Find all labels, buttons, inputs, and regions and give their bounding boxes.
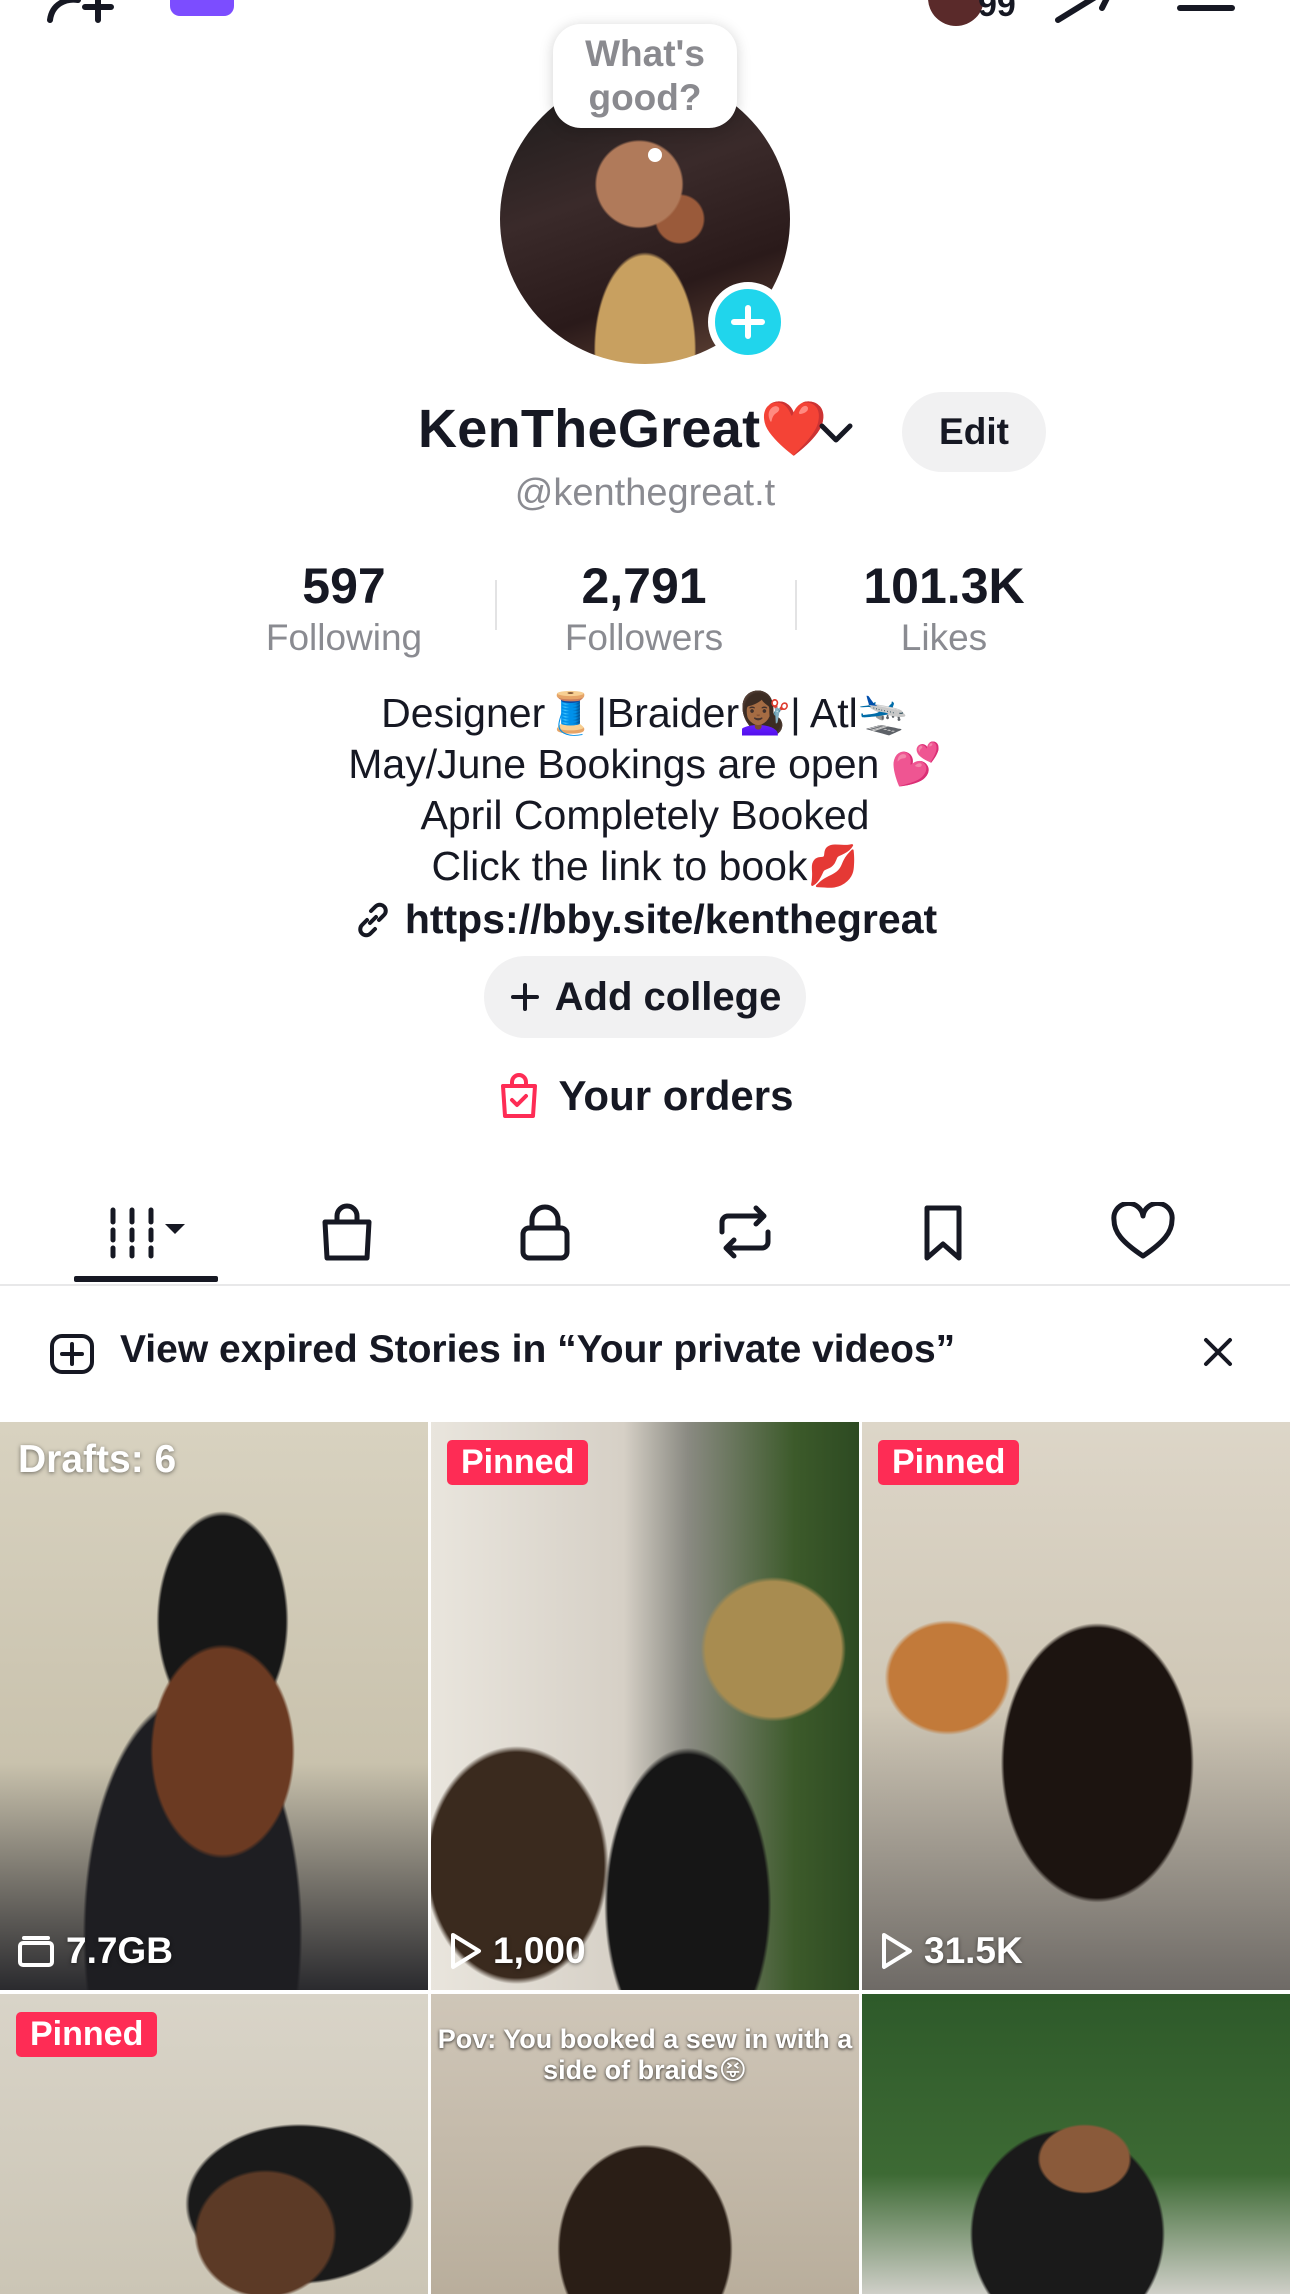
stat-divider bbox=[795, 580, 797, 630]
drafts-count: Drafts: 6 bbox=[18, 1438, 177, 1481]
plus-icon bbox=[731, 305, 765, 339]
tab-liked[interactable] bbox=[1068, 1182, 1218, 1282]
view-count: 31.5K bbox=[924, 1930, 1023, 1971]
stat-label: Following bbox=[265, 617, 423, 658]
stat-label: Likes bbox=[900, 617, 988, 658]
menu-icon[interactable] bbox=[1176, 0, 1236, 29]
username-handle: @kenthegreat.t bbox=[514, 472, 776, 514]
add-college-label: Add college bbox=[554, 974, 782, 1019]
stat-value: 101.3K bbox=[863, 558, 1025, 614]
bio-line: May/June Bookings are open 💕 bbox=[348, 741, 942, 787]
video-tile-drafts[interactable]: Drafts: 6 7.7GB bbox=[0, 1422, 428, 1990]
bio-link[interactable]: https://bby.site/kenthegreat bbox=[0, 896, 1290, 943]
add-college-button[interactable]: Add college bbox=[484, 956, 806, 1038]
creator-badge-icon[interactable] bbox=[170, 0, 234, 16]
play-icon bbox=[882, 1933, 912, 1969]
videos-grid-icon bbox=[110, 1207, 185, 1259]
video-tile[interactable] bbox=[862, 1994, 1290, 2294]
pinned-badge: Pinned bbox=[878, 1440, 1020, 1485]
edit-profile-button[interactable]: Edit bbox=[902, 392, 1046, 472]
tab-videos[interactable] bbox=[72, 1182, 222, 1282]
add-story-button[interactable] bbox=[708, 282, 788, 362]
tab-private[interactable] bbox=[470, 1182, 620, 1282]
notification-count[interactable]: 99 bbox=[978, 0, 1016, 25]
bio-line: Designer🧵|Braider💇🏾‍♀️| Atl🛬 bbox=[381, 690, 909, 736]
play-icon bbox=[451, 1933, 481, 1969]
video-caption: Pov: You booked a sew in with a side of … bbox=[437, 2024, 853, 2085]
stat-followers[interactable]: 2,791 Followers bbox=[524, 556, 764, 660]
video-meta: 1,000 bbox=[447, 1930, 586, 1972]
repost-icon bbox=[719, 1205, 771, 1259]
expired-stories-banner[interactable]: View expired Stories in “Your private vi… bbox=[0, 1286, 1290, 1420]
your-orders-label: Your orders bbox=[558, 1072, 794, 1119]
view-count: 1,000 bbox=[493, 1930, 586, 1971]
video-meta: 7.7GB bbox=[16, 1930, 173, 1972]
video-tile[interactable]: Pov: You booked a sew in with a side of … bbox=[431, 1994, 859, 2294]
stat-divider bbox=[495, 580, 497, 630]
drafts-icon bbox=[18, 1936, 54, 1967]
link-icon bbox=[358, 902, 388, 937]
stat-label: Followers bbox=[564, 617, 724, 658]
profile-tabs bbox=[0, 1182, 1290, 1286]
video-tile[interactable]: Pinned 31.5K bbox=[862, 1422, 1290, 1990]
drafts-size: 7.7GB bbox=[66, 1930, 173, 1971]
video-tile[interactable]: Pinned bbox=[0, 1994, 428, 2294]
add-friend-icon[interactable] bbox=[44, 0, 124, 29]
stat-value: 597 bbox=[302, 558, 386, 614]
video-meta: 31.5K bbox=[878, 1930, 1023, 1972]
tab-shop[interactable] bbox=[272, 1182, 422, 1282]
plus-icon bbox=[510, 983, 539, 1011]
stat-likes[interactable]: 101.3K Likes bbox=[824, 556, 1064, 660]
your-orders-link[interactable]: Your orders bbox=[0, 1072, 1290, 1120]
video-tile[interactable]: Pinned 1,000 bbox=[431, 1422, 859, 1990]
chevron-down-icon[interactable] bbox=[818, 418, 854, 453]
notifications-avatar[interactable] bbox=[928, 0, 984, 26]
lock-icon bbox=[520, 1204, 570, 1261]
active-tab-indicator bbox=[74, 1276, 218, 1282]
bio-line: Click the link to book💋 bbox=[431, 843, 859, 889]
shopping-bag-icon bbox=[500, 1073, 537, 1118]
heart-icon bbox=[1111, 1202, 1175, 1259]
link-text[interactable]: https://bby.site/kenthegreat bbox=[405, 896, 937, 943]
thought-bubble-tail bbox=[648, 148, 662, 162]
stat-following[interactable]: 597 Following bbox=[224, 556, 464, 660]
display-name[interactable]: KenTheGreat❤️ bbox=[418, 398, 828, 461]
bookmark-icon bbox=[924, 1205, 962, 1261]
banner-text: View expired Stories in “Your private vi… bbox=[120, 1328, 956, 1371]
tab-favorites[interactable] bbox=[868, 1182, 1018, 1282]
stat-value: 2,791 bbox=[581, 558, 707, 614]
pinned-badge: Pinned bbox=[16, 2012, 158, 2057]
shop-bag-icon bbox=[322, 1203, 372, 1261]
share-icon[interactable] bbox=[1050, 0, 1120, 29]
pinned-badge: Pinned bbox=[447, 1440, 589, 1485]
close-icon[interactable] bbox=[1196, 1330, 1240, 1374]
stories-icon bbox=[50, 1334, 94, 1374]
tab-reposts[interactable] bbox=[670, 1182, 820, 1282]
bio: Designer🧵|Braider💇🏾‍♀️| Atl🛬 May/June Bo… bbox=[0, 688, 1290, 892]
bio-line: April Completely Booked bbox=[420, 792, 870, 838]
thought-bubble[interactable]: What's good? bbox=[553, 24, 737, 128]
